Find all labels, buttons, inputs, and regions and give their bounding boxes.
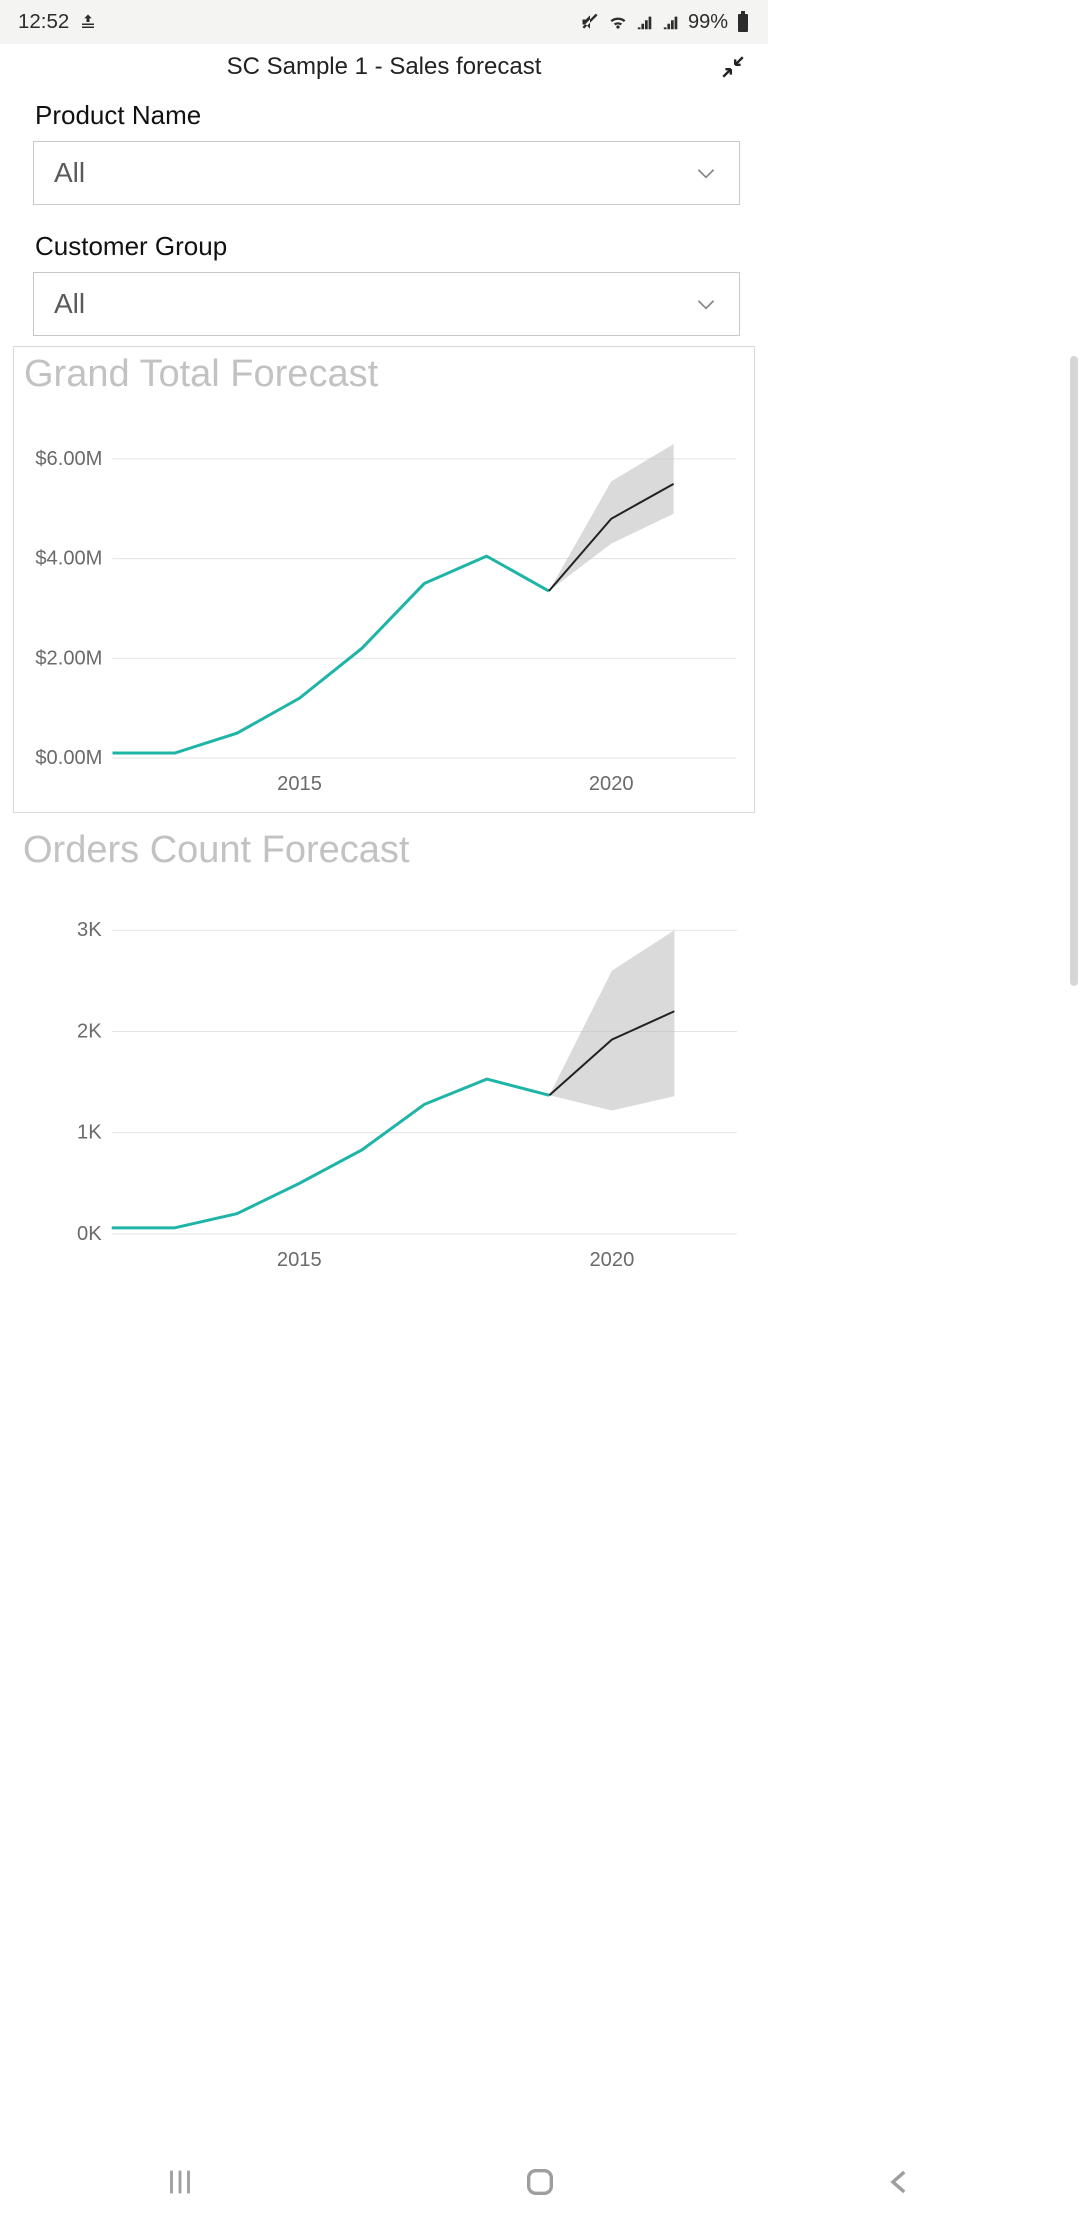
app-update-icon — [79, 13, 97, 31]
svg-text:2K: 2K — [77, 1021, 102, 1043]
status-bar: 12:52 99% — [0, 0, 768, 44]
page-title: SC Sample 1 - Sales forecast — [227, 53, 542, 81]
svg-text:2015: 2015 — [277, 773, 322, 795]
chart-title: Orders Count Forecast — [23, 829, 747, 872]
chevron-down-icon — [693, 160, 719, 186]
svg-text:$0.00M: $0.00M — [35, 747, 102, 769]
back-button[interactable] — [883, 2165, 917, 2199]
signal-1-icon — [636, 13, 654, 31]
svg-text:$4.00M: $4.00M — [35, 548, 102, 570]
svg-text:3K: 3K — [77, 919, 102, 941]
chart-body: $0.00M $2.00M $4.00M $6.00M 2015 2020 — [22, 414, 746, 804]
chart-body: 0K 1K 2K 3K 2015 2020 — [21, 890, 747, 1280]
svg-text:1K: 1K — [77, 1122, 102, 1144]
customer-group-value: All — [54, 288, 85, 320]
chart-grand-total-forecast[interactable]: Grand Total Forecast $0.00M$2.00M$4.00M$… — [13, 346, 755, 813]
signal-2-icon — [662, 13, 680, 31]
filter-label-product: Product Name — [35, 100, 740, 131]
svg-text:$6.00M: $6.00M — [35, 448, 102, 470]
status-right: 99% — [580, 11, 750, 34]
svg-text:0K: 0K — [77, 1223, 102, 1245]
collapse-icon[interactable] — [720, 54, 746, 80]
status-left: 12:52 — [18, 10, 97, 34]
home-button[interactable] — [523, 2165, 557, 2199]
page-header: SC Sample 1 - Sales forecast — [0, 44, 768, 90]
clock: 12:52 — [18, 10, 69, 34]
recents-button[interactable] — [163, 2165, 197, 2199]
chart-title: Grand Total Forecast — [24, 353, 746, 396]
mute-icon — [580, 12, 600, 32]
filter-customer-group: Customer Group All — [0, 221, 768, 336]
filter-product-name: Product Name All — [0, 90, 768, 205]
svg-text:2020: 2020 — [589, 1249, 634, 1271]
device-nav-bar — [0, 2144, 1080, 2220]
svg-text:2015: 2015 — [277, 1249, 322, 1271]
chevron-down-icon — [693, 291, 719, 317]
scroll-indicator[interactable] — [1070, 356, 1078, 986]
battery-percent: 99% — [688, 11, 728, 34]
product-name-select[interactable]: All — [33, 141, 740, 205]
chart-orders-count-forecast[interactable]: Orders Count Forecast 0K 1K 2K 3K 2015 2020 — [13, 823, 755, 1288]
battery-icon — [736, 11, 750, 33]
filter-label-customer: Customer Group — [35, 231, 740, 262]
customer-group-select[interactable]: All — [33, 272, 740, 336]
product-name-value: All — [54, 157, 85, 189]
svg-text:2020: 2020 — [589, 773, 634, 795]
svg-text:$2.00M: $2.00M — [35, 647, 102, 669]
wifi-icon — [608, 12, 628, 32]
